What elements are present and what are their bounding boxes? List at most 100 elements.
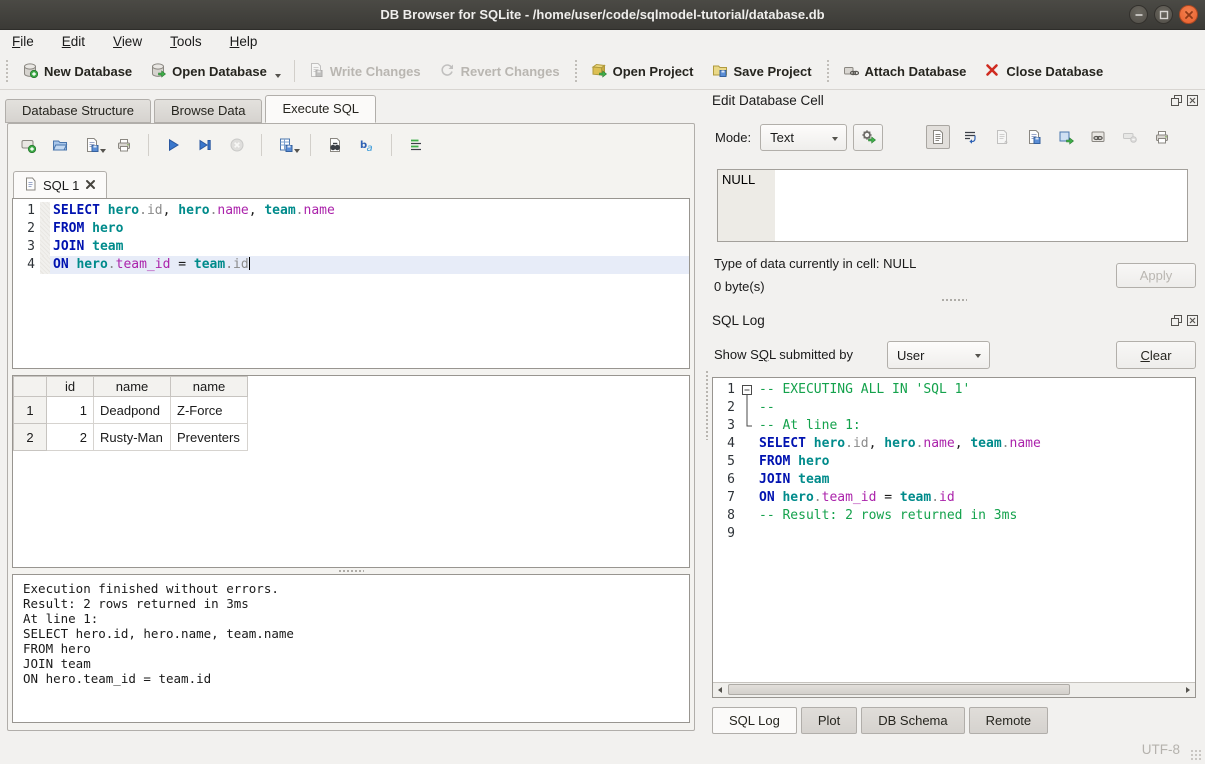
toolbar-button-label: Save Project bbox=[734, 64, 812, 79]
save-as-file-button[interactable] bbox=[1022, 125, 1046, 149]
result-cell[interactable]: Z-Force bbox=[171, 397, 248, 424]
dock-tab-remote[interactable]: Remote bbox=[969, 707, 1049, 734]
text-mode-button[interactable] bbox=[926, 125, 950, 149]
corner-header bbox=[14, 377, 47, 397]
db-open-button[interactable]: Open Database bbox=[141, 58, 290, 85]
save-project-button[interactable]: Save Project bbox=[703, 58, 821, 85]
toggle-comment-button[interactable] bbox=[404, 133, 428, 157]
tab-database-structure[interactable]: Database Structure bbox=[5, 99, 151, 123]
attach-database-button[interactable]: Attach Database bbox=[834, 58, 976, 85]
column-header-name[interactable]: name bbox=[94, 377, 171, 397]
result-cell[interactable]: Rusty-Man bbox=[94, 424, 171, 451]
minimize-button-icon[interactable] bbox=[1129, 5, 1148, 24]
float-panel-icon[interactable] bbox=[1170, 94, 1183, 110]
fold-marker-minus-icon[interactable] bbox=[740, 381, 756, 399]
cell-editor-toolbar bbox=[926, 125, 1174, 149]
print-cell-button[interactable] bbox=[1150, 125, 1174, 149]
open-sql-file-button[interactable] bbox=[48, 133, 72, 157]
submitted-by-combobox[interactable]: User bbox=[887, 341, 990, 369]
db-new-button[interactable]: New Database bbox=[13, 58, 141, 85]
find-replace-button[interactable] bbox=[323, 133, 347, 157]
menu-view[interactable]: View bbox=[111, 33, 144, 50]
dock-vertical-splitter[interactable] bbox=[703, 296, 1205, 303]
menu-file[interactable]: File bbox=[10, 33, 36, 50]
toolbar-button-label: Open Project bbox=[613, 64, 694, 79]
maximize-button-icon[interactable] bbox=[1154, 5, 1173, 24]
execute-all-button[interactable] bbox=[161, 133, 185, 157]
menu-help[interactable]: Help bbox=[228, 33, 260, 50]
line-number: 8 bbox=[713, 507, 740, 525]
write-changes-button: Write Changes bbox=[299, 58, 430, 85]
dock-tab-plot[interactable]: Plot bbox=[801, 707, 857, 734]
word-wrap-button[interactable] bbox=[958, 125, 982, 149]
row-header[interactable]: 2 bbox=[14, 424, 47, 451]
menu-edit[interactable]: Edit bbox=[60, 33, 87, 50]
close-panel-icon[interactable] bbox=[1186, 314, 1199, 330]
open-in-external-button[interactable] bbox=[1086, 125, 1110, 149]
toolbar-drag-handle[interactable] bbox=[826, 59, 831, 83]
dock-tab-sql-log[interactable]: SQL Log bbox=[712, 707, 797, 734]
log-horizontal-scrollbar[interactable] bbox=[713, 682, 1195, 697]
log-text: SELECT hero.id, hero.name, team.name bbox=[756, 435, 1195, 453]
dropdown-arrow-icon bbox=[294, 149, 300, 153]
column-header-id[interactable]: id bbox=[47, 377, 94, 397]
menu-tools[interactable]: Tools bbox=[168, 33, 204, 50]
line-number: 2 bbox=[13, 220, 40, 238]
float-panel-icon[interactable] bbox=[1170, 314, 1183, 330]
result-cell[interactable]: 1 bbox=[47, 397, 94, 424]
toolbar-separator bbox=[310, 134, 311, 156]
log-text: -- At line 1: bbox=[756, 417, 1195, 435]
print-sql-button[interactable] bbox=[112, 133, 136, 157]
sql-editor-toolbar: ba bbox=[16, 129, 428, 161]
editor-line-1[interactable]: 1SELECT hero.id, hero.name, team.name bbox=[13, 202, 689, 220]
table-row: 11DeadpondZ-Force bbox=[14, 397, 248, 424]
scrollbar-thumb[interactable] bbox=[728, 684, 1070, 695]
execute-current-line-button[interactable] bbox=[193, 133, 217, 157]
results-table: idnamename11DeadpondZ-Force22Rusty-ManPr… bbox=[13, 376, 248, 451]
dropdown-arrow-icon[interactable] bbox=[275, 74, 281, 78]
export-data-button[interactable] bbox=[1054, 125, 1078, 149]
editor-line-2[interactable]: 2FROM hero bbox=[13, 220, 689, 238]
revert-changes-icon bbox=[439, 62, 455, 81]
tab-execute-sql[interactable]: Execute SQL bbox=[265, 95, 376, 123]
sql-editor[interactable]: 1SELECT hero.id, hero.name, team.name2FR… bbox=[12, 198, 690, 369]
line-number: 7 bbox=[713, 489, 740, 507]
close-button-icon[interactable] bbox=[1179, 5, 1198, 24]
result-cell[interactable]: Preventers bbox=[171, 424, 248, 451]
sql-tab-label: SQL 1 bbox=[43, 178, 79, 193]
clear-button[interactable]: Clear bbox=[1116, 341, 1196, 369]
toolbar-button-label: Write Changes bbox=[330, 64, 421, 79]
cell-value-editor[interactable]: NULL bbox=[717, 169, 1188, 242]
save-sql-file-button[interactable] bbox=[80, 133, 104, 157]
close-database-icon bbox=[984, 62, 1000, 81]
apply-button[interactable]: Apply bbox=[1116, 263, 1196, 288]
editor-line-4[interactable]: 4ON hero.team_id = team.id bbox=[13, 256, 689, 274]
dock-tab-db-schema[interactable]: DB Schema bbox=[861, 707, 964, 734]
close-panel-icon[interactable] bbox=[1186, 94, 1199, 110]
scroll-left-icon[interactable] bbox=[713, 683, 727, 696]
save-results-button[interactable] bbox=[274, 133, 298, 157]
format-sql-button[interactable]: ba bbox=[355, 133, 379, 157]
resize-grip[interactable] bbox=[1190, 749, 1202, 761]
result-cell[interactable]: 2 bbox=[47, 424, 94, 451]
mode-combobox[interactable]: Text bbox=[760, 124, 847, 151]
open-sql-tab-button[interactable] bbox=[16, 133, 40, 157]
toolbar-drag-handle[interactable] bbox=[574, 59, 579, 83]
toolbar-button-label: Open Database bbox=[172, 64, 267, 79]
result-cell[interactable]: Deadpond bbox=[94, 397, 171, 424]
editor-line-3[interactable]: 3JOIN team bbox=[13, 238, 689, 256]
open-project-button[interactable]: Open Project bbox=[582, 58, 703, 85]
dock-splitter-handle[interactable] bbox=[705, 370, 709, 440]
scroll-right-icon[interactable] bbox=[1181, 683, 1195, 696]
close-tab-icon[interactable] bbox=[85, 178, 96, 193]
sql-tab[interactable]: SQL 1 bbox=[13, 171, 107, 199]
toolbar-separator bbox=[148, 134, 149, 156]
column-header-name[interactable]: name bbox=[171, 377, 248, 397]
auto-apply-button[interactable] bbox=[853, 124, 883, 151]
close-database-button[interactable]: Close Database bbox=[975, 58, 1112, 85]
tab-browse-data[interactable]: Browse Data bbox=[154, 99, 262, 123]
toolbar-drag-handle[interactable] bbox=[5, 59, 10, 83]
fold-margin bbox=[40, 220, 50, 238]
row-header[interactable]: 1 bbox=[14, 397, 47, 424]
results-message-splitter[interactable] bbox=[8, 567, 694, 574]
